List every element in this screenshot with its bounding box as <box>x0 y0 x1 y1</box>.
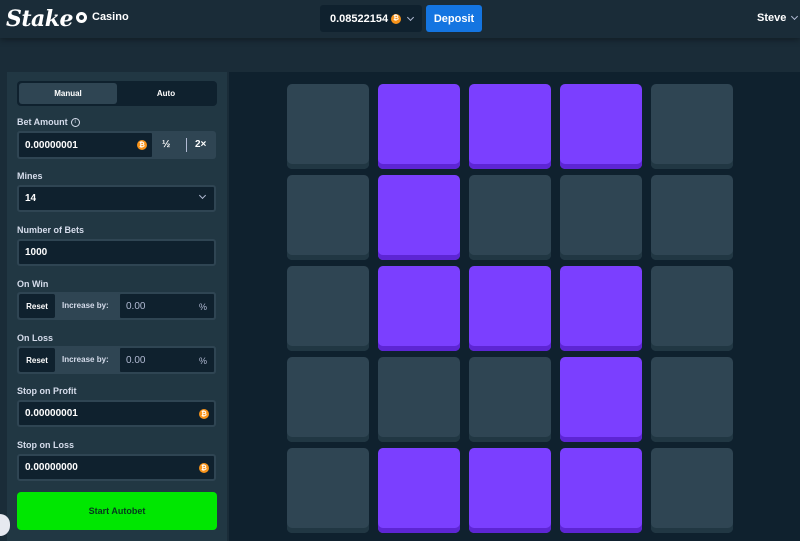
bet-amount-label-group: Bet Amount i <box>17 117 80 127</box>
on-win-value: 0.00 <box>126 300 146 312</box>
on-loss-increase-input[interactable]: 0.00 % <box>118 346 216 374</box>
revealed-gem-tile[interactable] <box>378 266 460 351</box>
stake-logo[interactable]: Stake <box>6 6 74 32</box>
hidden-tile[interactable] <box>469 357 551 442</box>
revealed-gem-tile[interactable] <box>560 357 642 442</box>
divider <box>186 138 187 152</box>
hidden-tile[interactable] <box>651 175 733 260</box>
number-of-bets-input[interactable]: 1000 <box>17 239 216 266</box>
stop-on-loss-label: Stop on Loss <box>17 440 74 450</box>
stop-on-loss-input[interactable]: 0.00000000 ₿ <box>17 454 216 481</box>
bet-amount-row: 0.00000001 ₿ ½ 2× <box>17 131 216 159</box>
mines-select[interactable]: 14 <box>17 185 216 212</box>
number-of-bets-label: Number of Bets <box>17 225 85 235</box>
on-win-increase-button[interactable]: Increase by: <box>62 301 109 310</box>
bitcoin-icon: ₿ <box>391 13 402 24</box>
revealed-gem-tile[interactable] <box>378 84 460 169</box>
on-win-label: On Win <box>17 279 49 289</box>
bitcoin-icon: ₿ <box>199 409 209 419</box>
hidden-tile[interactable] <box>287 448 369 533</box>
number-of-bets-value: 1000 <box>25 247 48 258</box>
on-win-increase-input[interactable]: 0.00 % <box>118 292 216 320</box>
double-bet-button[interactable]: 2× <box>195 139 206 150</box>
revealed-gem-tile[interactable] <box>469 266 551 351</box>
nav-casino-label: Casino <box>92 11 129 23</box>
hidden-tile[interactable] <box>469 175 551 260</box>
hidden-tile[interactable] <box>651 266 733 351</box>
revealed-gem-tile[interactable] <box>469 84 551 169</box>
mines-game-board <box>229 72 800 541</box>
revealed-gem-tile[interactable] <box>560 448 642 533</box>
revealed-gem-tile[interactable] <box>378 175 460 260</box>
chevron-down-icon <box>198 191 207 200</box>
mines-value: 14 <box>25 193 37 204</box>
hidden-tile[interactable] <box>287 175 369 260</box>
on-loss-row: Reset Increase by: 0.00 % <box>17 346 216 374</box>
chevron-down-icon <box>791 12 799 21</box>
user-menu[interactable]: Steve <box>757 12 799 24</box>
hidden-tile[interactable] <box>287 84 369 169</box>
revealed-gem-tile[interactable] <box>560 84 642 169</box>
info-icon[interactable]: i <box>70 117 80 127</box>
revealed-gem-tile[interactable] <box>469 448 551 533</box>
balance-amount: 0.08522154 <box>330 12 389 25</box>
stop-on-loss-value: 0.00000000 <box>25 462 78 473</box>
username: Steve <box>757 12 787 24</box>
bet-control-panel: Manual Auto Bet Amount i 0.00000001 ₿ ½ … <box>7 72 227 541</box>
percent-label: % <box>198 302 207 312</box>
balance-selector[interactable]: 0.08522154 ₿ <box>320 5 422 32</box>
start-autobet-button[interactable]: Start Autobet <box>17 492 217 530</box>
revealed-gem-tile[interactable] <box>378 448 460 533</box>
nav-casino-link[interactable]: Casino <box>76 11 129 23</box>
hidden-tile[interactable] <box>287 266 369 351</box>
percent-label: % <box>198 356 207 366</box>
hidden-tile[interactable] <box>651 448 733 533</box>
hidden-tile[interactable] <box>651 84 733 169</box>
bitcoin-icon: ₿ <box>137 140 147 150</box>
hidden-tile[interactable] <box>287 357 369 442</box>
on-loss-value: 0.00 <box>126 354 146 366</box>
mines-label: Mines <box>17 171 43 181</box>
on-loss-reset-button[interactable]: Reset <box>19 348 55 372</box>
bitcoin-icon: ₿ <box>199 463 209 473</box>
bet-amount-value: 0.00000001 <box>25 139 78 151</box>
bet-amount-input[interactable]: 0.00000001 ₿ <box>17 131 154 159</box>
tab-manual[interactable]: Manual <box>19 83 117 104</box>
on-win-row: Reset Increase by: 0.00 % <box>17 292 216 320</box>
stop-on-profit-value: 0.00000001 <box>25 408 78 419</box>
deposit-button[interactable]: Deposit <box>426 5 482 32</box>
bet-amount-label: Bet Amount <box>17 117 68 127</box>
hidden-tile[interactable] <box>560 175 642 260</box>
revealed-gem-tile[interactable] <box>560 266 642 351</box>
on-win-reset-button[interactable]: Reset <box>19 294 55 318</box>
stop-on-profit-input[interactable]: 0.00000001 ₿ <box>17 400 216 427</box>
bet-mode-tabs: Manual Auto <box>17 81 217 106</box>
half-bet-button[interactable]: ½ <box>162 139 170 150</box>
hidden-tile[interactable] <box>651 357 733 442</box>
chevron-down-icon <box>407 13 415 21</box>
on-loss-increase-button[interactable]: Increase by: <box>62 355 109 364</box>
on-loss-label: On Loss <box>17 333 54 343</box>
top-navigation-bar: Stake Casino 0.08522154 ₿ Deposit Steve <box>0 0 800 38</box>
casino-icon <box>76 11 87 23</box>
tab-auto[interactable]: Auto <box>117 83 215 104</box>
hidden-tile[interactable] <box>378 357 460 442</box>
stop-on-profit-label: Stop on Profit <box>17 386 77 396</box>
